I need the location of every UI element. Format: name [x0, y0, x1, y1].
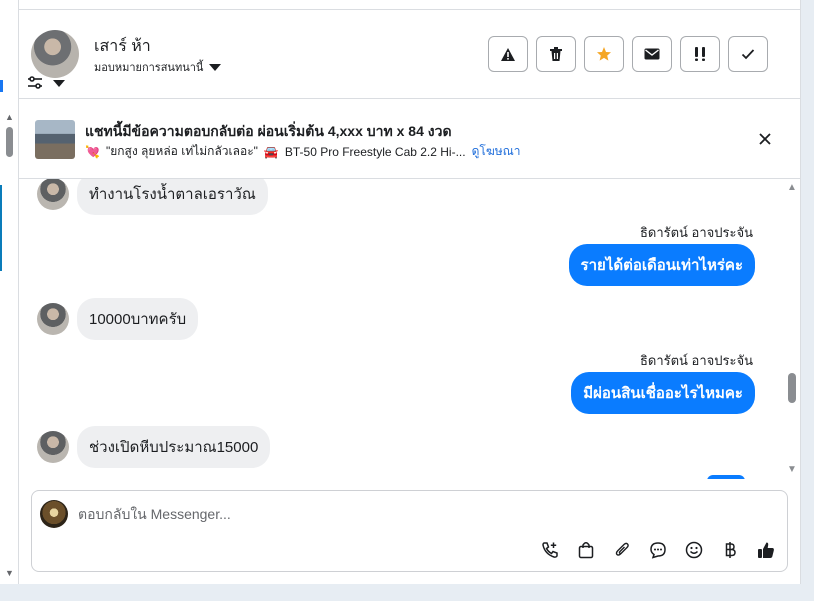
double-exclamation-icon: [693, 46, 707, 62]
sidebar-scroll-up-icon[interactable]: ▲: [5, 112, 14, 122]
trash-icon: [549, 46, 563, 62]
scroll-up-icon[interactable]: ▲: [787, 182, 797, 193]
scroll-down-icon[interactable]: ▼: [787, 464, 797, 475]
car-icon: 🚘: [263, 144, 279, 159]
payment-button[interactable]: [719, 539, 741, 561]
assign-label: มอบหมายการสนทนานี้: [94, 62, 204, 74]
ad-quote: "ยกสูง ลุยหล่อ เท่ไม่กลัวเลอะ": [105, 144, 258, 158]
incoming-message: ทำงานโรงน้ำตาลเอราวัณ: [37, 179, 268, 215]
envelope-icon: [644, 48, 660, 60]
scrollbar-thumb[interactable]: [788, 373, 796, 403]
conversation-panel: เสาร์ ห้า มอบหมายการสนทนานี้ แชทนี้มีข้อ…: [19, 0, 801, 584]
star-icon: [596, 46, 612, 62]
ad-product: BT-50 Pro Freestyle Cab 2.2 Hi-...: [284, 144, 466, 159]
incoming-message: ช่วงเปิดหีบประมาณ15000: [37, 426, 271, 468]
phone-plus-icon: [541, 541, 559, 559]
shop-button[interactable]: [575, 539, 597, 561]
view-ad-link[interactable]: ดูโฆษณา: [472, 142, 521, 161]
ad-thumbnail[interactable]: [35, 120, 75, 159]
sender-name: ธิดารัตน์ อาจประจัน: [639, 225, 753, 240]
left-selection-indicator: [0, 80, 3, 92]
chevron-down-icon: [209, 63, 222, 71]
contact-avatar-small[interactable]: [37, 179, 69, 210]
sidebar-scrollbar-thumb[interactable]: [6, 127, 13, 157]
conversation-header: เสาร์ ห้า มอบหมายการสนทนานี้: [19, 10, 801, 99]
like-button[interactable]: [755, 539, 777, 561]
sliders-icon: [27, 76, 43, 90]
shopping-bag-icon: [578, 541, 594, 559]
incoming-message: 10000บาทครับ: [37, 298, 199, 340]
reply-composer: [31, 490, 788, 572]
message-bubble[interactable]: ทำงานโรงน้ำตาลเอราวัณ: [77, 179, 268, 215]
message-bubble[interactable]: ช่วงเปิดหีบประมาณ15000: [77, 426, 271, 468]
contact-avatar[interactable]: [31, 30, 79, 78]
call-button[interactable]: [539, 539, 561, 561]
report-spam-button[interactable]: [488, 36, 528, 72]
saved-replies-button[interactable]: [647, 539, 669, 561]
hearts-icon: 💘: [85, 144, 100, 159]
smiley-icon: [685, 541, 703, 559]
chevron-down-icon: [53, 79, 65, 87]
header-action-bar: [488, 36, 768, 72]
left-active-bar: [0, 185, 2, 271]
page-avatar: [40, 500, 68, 528]
mark-done-button[interactable]: [728, 36, 768, 72]
outgoing-message-bubble[interactable]: มีผ่อนสินเชื่ออะไรไหมคะ: [571, 372, 755, 414]
sender-name: ธิดารัตน์ อาจประจัน: [639, 353, 753, 368]
left-sidebar-strip: ▲ ▼: [0, 0, 19, 584]
ad-title: แชทนี้มีข้อความตอบกลับต่อ ผ่อนเริ่มต้น 4…: [85, 123, 452, 139]
ad-subtitle: 💘 "ยกสูง ลุยหล่อ เท่ไม่กลัวเลอะ" 🚘 BT-50…: [85, 142, 521, 161]
outgoing-message-bubble[interactable]: รายได้ต่อเดือนเท่าไหร่คะ: [568, 244, 755, 286]
mark-unread-button[interactable]: [632, 36, 672, 72]
checkmark-icon: [741, 48, 755, 60]
close-banner-button[interactable]: [753, 127, 777, 151]
close-icon: [759, 133, 771, 145]
reply-input[interactable]: [78, 503, 738, 525]
filter-menu-button[interactable]: [27, 76, 65, 90]
attach-button[interactable]: [611, 539, 633, 561]
chat-bubble-icon: [649, 541, 667, 559]
outgoing-message-bubble[interactable]: [707, 475, 745, 479]
baht-icon: [724, 541, 736, 559]
thread-scrollbar[interactable]: ▲ ▼: [785, 179, 799, 479]
assign-conversation-dropdown[interactable]: มอบหมายการสนทนานี้: [94, 58, 222, 76]
priority-button[interactable]: [680, 36, 720, 72]
thumbs-up-icon: [757, 541, 775, 559]
delete-button[interactable]: [536, 36, 576, 72]
paperclip-icon: [614, 541, 630, 559]
message-bubble[interactable]: 10000บาทครับ: [77, 298, 199, 340]
composer-toolbar: [539, 539, 777, 561]
message-thread: ทำงานโรงน้ำตาลเอราวัณ ธิดารัตน์ อาจประจั…: [19, 179, 801, 479]
top-divider: [19, 0, 801, 10]
sidebar-scroll-down-icon[interactable]: ▼: [5, 568, 14, 578]
emoji-button[interactable]: [683, 539, 705, 561]
contact-avatar-small[interactable]: [37, 431, 69, 463]
contact-avatar-small[interactable]: [37, 303, 69, 335]
warning-icon: [500, 47, 516, 62]
contact-name[interactable]: เสาร์ ห้า: [94, 34, 151, 59]
ad-reply-banner: แชทนี้มีข้อความตอบกลับต่อ ผ่อนเริ่มต้น 4…: [19, 99, 801, 179]
star-button[interactable]: [584, 36, 624, 72]
